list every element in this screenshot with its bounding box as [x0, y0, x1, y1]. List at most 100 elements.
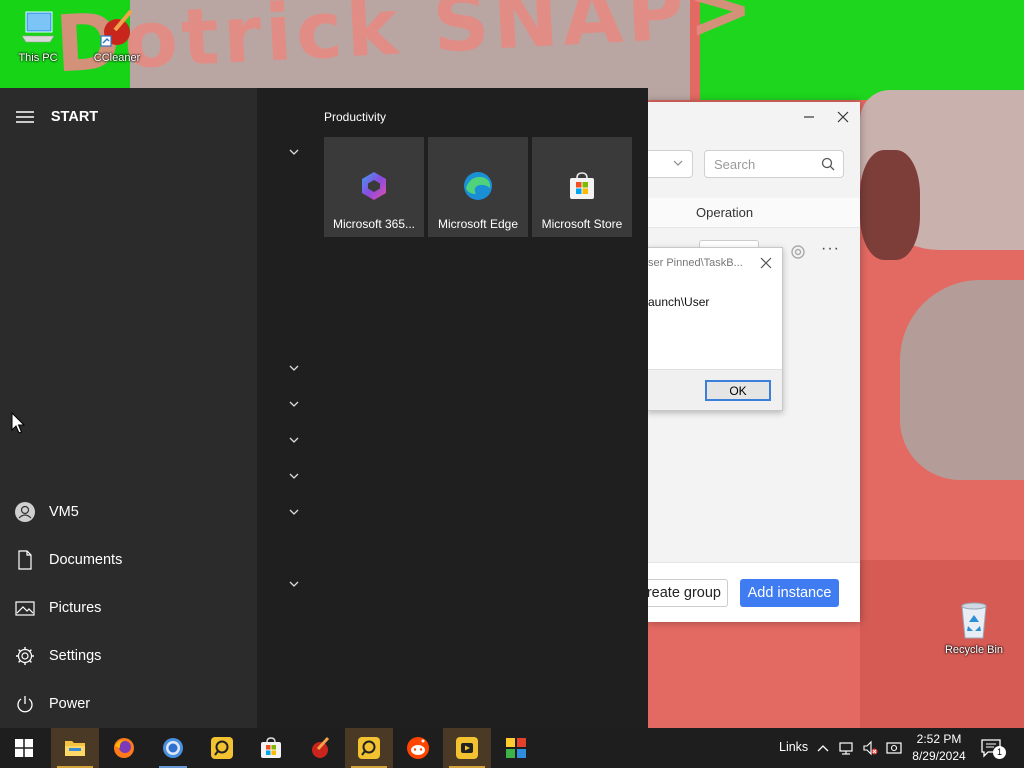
chevron-down-icon[interactable] — [286, 146, 302, 158]
ok-button[interactable]: OK — [705, 380, 771, 401]
search-icon[interactable] — [821, 157, 835, 171]
tray-links-toolbar[interactable]: Links — [779, 740, 808, 754]
wallpaper-shape — [900, 280, 1024, 480]
media-app-icon — [456, 737, 478, 759]
start-menu-pictures-label: Pictures — [49, 600, 102, 616]
start-menu-header: START — [16, 108, 98, 126]
tile-group-title: Productivity — [324, 110, 387, 124]
message-dialog: ser Pinned\TaskB... aunch\User OK — [647, 247, 783, 411]
desktop-icon-label: This PC — [18, 52, 58, 64]
start-menu-user[interactable]: VM5 — [0, 490, 257, 534]
pictures-icon — [15, 601, 35, 616]
taskbar-microsoft-store[interactable] — [247, 728, 295, 768]
taskbar-reddit[interactable] — [394, 728, 442, 768]
start-menu-documents-label: Documents — [49, 552, 123, 568]
taskbar-ccleaner[interactable] — [296, 728, 344, 768]
start-menu-left-pane: START VM5 Documents Pictures Settings Po… — [0, 88, 257, 728]
store-icon — [261, 737, 281, 758]
taskbar-bluestacks[interactable] — [492, 728, 540, 768]
desktop-icon-this-pc[interactable]: This PC — [0, 8, 76, 64]
document-icon — [18, 550, 32, 570]
chevron-down-icon — [673, 160, 683, 166]
recycle-bin-icon — [961, 602, 987, 639]
close-icon[interactable] — [760, 257, 772, 269]
chevron-up-icon[interactable] — [815, 740, 831, 756]
tray-app-icon[interactable] — [886, 740, 902, 756]
app-footer: reate group Add instance — [637, 562, 860, 622]
power-icon — [17, 696, 33, 713]
user-avatar-icon — [15, 502, 35, 522]
start-menu-settings-label: Settings — [49, 648, 102, 664]
taskbar-chrome[interactable] — [149, 728, 197, 768]
windows-logo-icon — [15, 739, 33, 757]
edge-icon — [464, 172, 492, 200]
start-menu-pictures[interactable]: Pictures — [0, 586, 257, 630]
gear-icon[interactable] — [790, 244, 806, 260]
more-options-button[interactable]: ··· — [821, 240, 840, 258]
chevron-down-icon[interactable] — [286, 434, 302, 446]
start-menu: START VM5 Documents Pictures Settings Po… — [0, 88, 648, 728]
ccleaner-icon — [100, 9, 133, 47]
tile-microsoft-365[interactable]: Microsoft 365... — [324, 137, 424, 237]
app-toolbar — [641, 150, 860, 182]
chevron-down-icon[interactable] — [286, 470, 302, 482]
firefox-icon — [114, 738, 134, 758]
filter-dropdown[interactable] — [641, 150, 693, 178]
tile-label: Microsoft 365... — [332, 217, 416, 231]
hamburger-menu-icon[interactable] — [16, 110, 34, 124]
chevron-down-icon[interactable] — [286, 578, 302, 590]
mouse-cursor-icon — [11, 412, 25, 434]
start-menu-documents[interactable]: Documents — [0, 538, 257, 582]
minimize-icon — [804, 116, 814, 118]
clock[interactable]: 2:52 PM 8/29/2024 — [906, 731, 972, 765]
app-titlebar[interactable] — [647, 102, 860, 136]
computer-icon — [21, 11, 55, 43]
create-group-button[interactable]: reate group — [637, 579, 728, 607]
clock-date: 8/29/2024 — [912, 749, 966, 763]
tile-label: Microsoft Edge — [437, 217, 519, 231]
table-header: Operation — [647, 198, 860, 228]
minimize-button[interactable] — [797, 107, 821, 131]
dialog-button-bar: OK — [648, 369, 782, 410]
taskbar-remote-app-active[interactable] — [345, 728, 393, 768]
start-menu-title: START — [50, 109, 99, 126]
start-menu-power[interactable]: Power — [0, 682, 257, 726]
chevron-down-icon[interactable] — [286, 398, 302, 410]
desktop-icon-recycle-bin[interactable]: Recycle Bin — [936, 600, 1012, 656]
taskbar-file-explorer[interactable] — [51, 728, 99, 768]
desktop-icon-label: CCleaner — [93, 52, 141, 64]
taskbar-firefox[interactable] — [100, 728, 148, 768]
reddit-icon — [407, 737, 429, 759]
add-instance-button[interactable]: Add instance — [740, 579, 839, 607]
chevron-down-icon[interactable] — [286, 362, 302, 374]
volume-muted-icon[interactable] — [862, 740, 878, 756]
clock-time: 2:52 PM — [916, 732, 962, 746]
start-menu-user-label: VM5 — [49, 504, 79, 520]
start-menu-power-label: Power — [49, 696, 91, 712]
store-icon — [570, 172, 594, 199]
folder-icon — [65, 741, 85, 756]
microsoft-365-icon — [362, 172, 386, 200]
close-icon — [837, 111, 849, 123]
bluestacks-icon — [506, 738, 526, 758]
wallpaper-shape — [860, 150, 920, 260]
taskbar-media-app[interactable] — [443, 728, 491, 768]
dialog-title: ser Pinned\TaskB... — [648, 257, 743, 269]
chrome-icon — [163, 738, 183, 758]
desktop-icon-label: Recycle Bin — [944, 644, 1004, 656]
tile-microsoft-edge[interactable]: Microsoft Edge — [428, 137, 528, 237]
close-button[interactable] — [831, 107, 855, 131]
chevron-down-icon[interactable] — [286, 506, 302, 518]
taskbar: Links 2:52 PM 8/29/2024 1 — [0, 728, 1024, 768]
desktop-icon-ccleaner[interactable]: CCleaner — [79, 8, 155, 64]
start-button[interactable] — [0, 728, 48, 768]
start-menu-settings[interactable]: Settings — [0, 634, 257, 678]
ccleaner-icon — [312, 736, 330, 758]
notification-count-badge: 1 — [993, 746, 1006, 759]
network-icon[interactable] — [838, 740, 854, 756]
taskbar-remote-app[interactable] — [198, 728, 246, 768]
tile-label: Microsoft Store — [541, 217, 623, 231]
column-header-operation: Operation — [696, 205, 754, 220]
tile-microsoft-store[interactable]: Microsoft Store — [532, 137, 632, 237]
dialog-message: aunch\User — [648, 295, 710, 309]
